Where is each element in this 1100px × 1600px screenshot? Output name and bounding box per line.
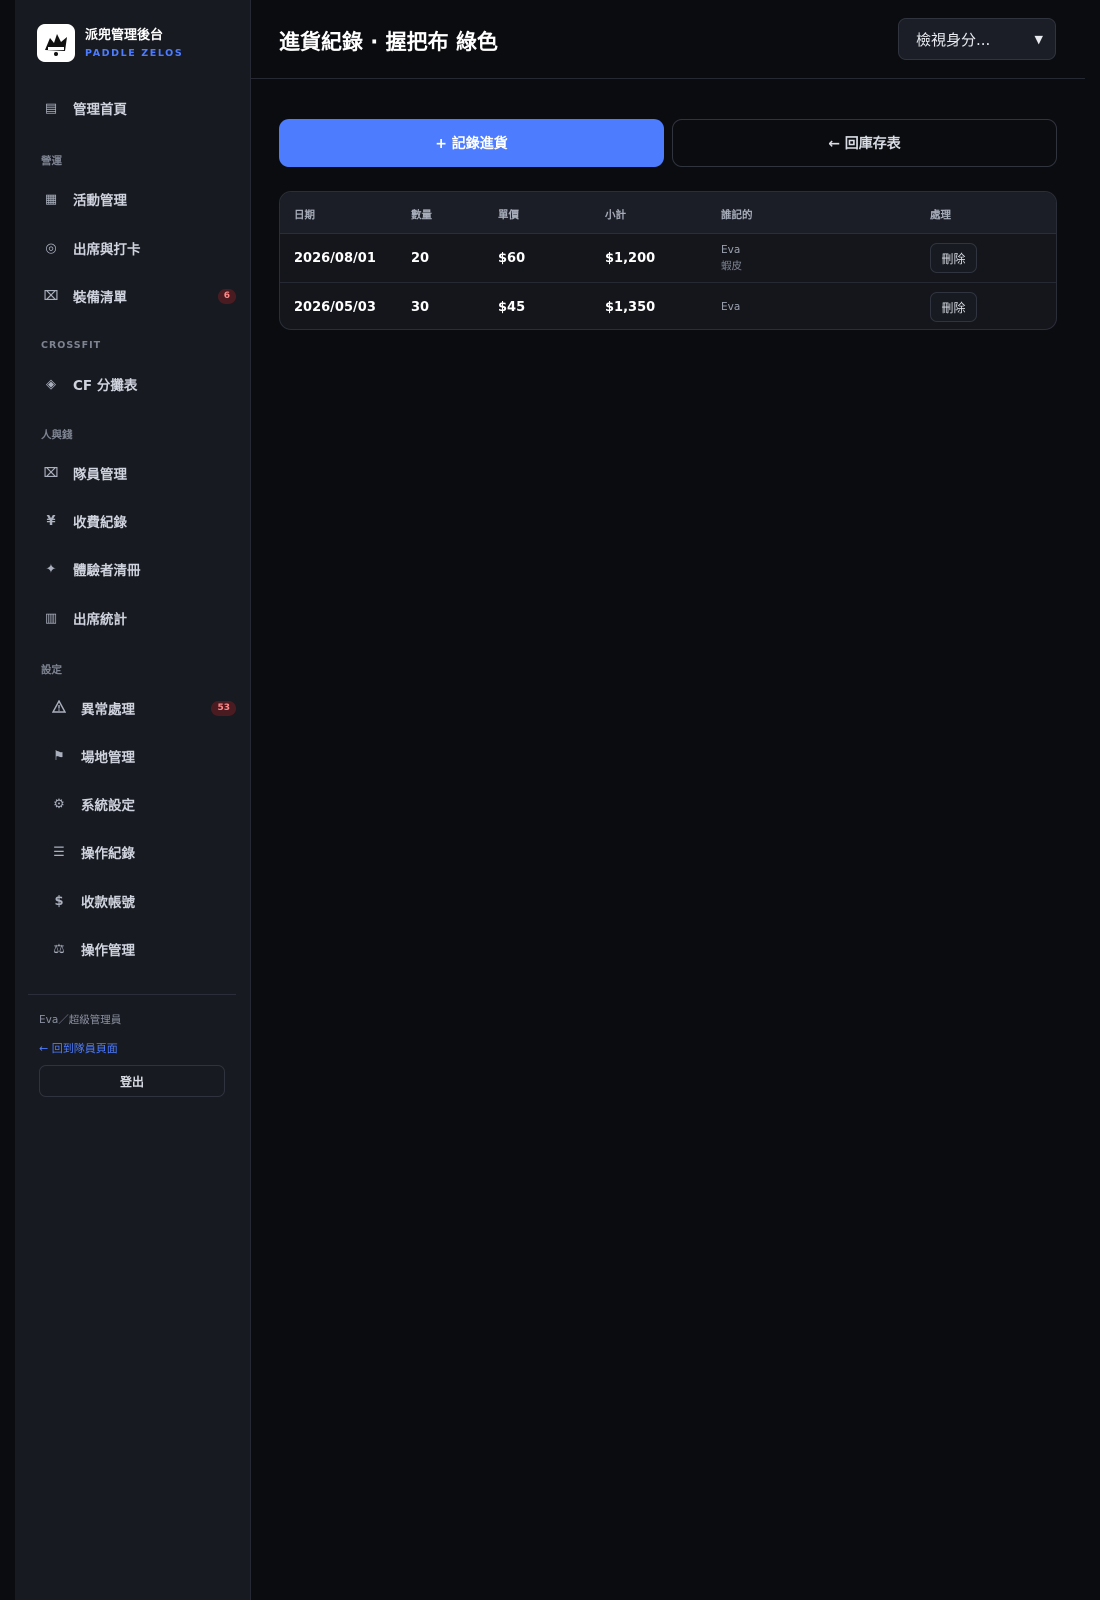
sidebar: 派兜管理後台 PADDLE ZELOS ▤ 管理首頁 營運 ▦ 活動管理 ◎ 出… xyxy=(15,0,251,1600)
delete-button[interactable]: 刪除 xyxy=(930,292,977,322)
sidebar-item-anomaly[interactable]: 異常處理 53 xyxy=(49,693,236,723)
sidebar-item-cf[interactable]: ◈ CF 分攤表 xyxy=(41,369,236,399)
sidebar-item-label: 出席統計 xyxy=(73,612,127,628)
sidebar-item-stats[interactable]: ▥ 出席統計 xyxy=(41,603,236,633)
purchase-table: 日期 數量 單價 小計 誰記的 處理 2026/08/01 20 $60 $1,… xyxy=(279,191,1057,330)
sidebar-item-label: 操作管理 xyxy=(81,943,135,959)
column-header-subtotal: 小計 xyxy=(605,209,626,221)
column-header-recorder: 誰記的 xyxy=(721,209,753,221)
record-purchase-button[interactable]: + 記錄進貨 xyxy=(279,119,664,167)
sidebar-item-oplog[interactable]: ☰ 操作紀錄 xyxy=(49,837,236,867)
recorder-name: Eva xyxy=(721,244,741,256)
sidebar-item-home[interactable]: ▤ 管理首頁 xyxy=(41,93,236,123)
sidebar-item-equipment[interactable]: ⌧ 裝備清單 6 xyxy=(41,281,236,311)
anomaly-count-badge: 53 xyxy=(211,700,236,716)
columns-icon: ▥ xyxy=(44,610,58,626)
column-header-price: 單價 xyxy=(498,209,519,221)
recorder-name: Eva xyxy=(721,301,741,313)
box-icon: ⌧ xyxy=(43,465,59,481)
sidebar-item-label: 管理首頁 xyxy=(73,102,127,118)
brand[interactable]: 派兜管理後台 PADDLE ZELOS xyxy=(37,24,183,62)
chevron-down-icon: ▼ xyxy=(1034,32,1043,46)
page-title: 進貨紀錄 · 握把布 綠色 xyxy=(279,30,498,54)
cell-price: $60 xyxy=(498,251,526,266)
sidebar-item-label: 系統設定 xyxy=(81,798,135,814)
identity-select[interactable]: 檢視身分... ▼ xyxy=(898,18,1056,60)
section-label-crossfit: CROSSFIT xyxy=(41,340,102,351)
app-logo-icon xyxy=(37,24,75,62)
sidebar-item-attendance[interactable]: ◎ 出席與打卡 xyxy=(41,233,236,263)
cell-date: 2026/08/01 xyxy=(294,251,376,266)
back-to-member-page-link[interactable]: ← 回到隊員頁面 xyxy=(39,1040,118,1056)
dollar-icon: $ xyxy=(54,893,64,909)
identity-select-value: 檢視身分... xyxy=(916,30,991,49)
flag-icon: ⚑ xyxy=(53,748,65,764)
section-label-ops: 營運 xyxy=(41,155,62,167)
table-header: 日期 數量 單價 小計 誰記的 處理 xyxy=(280,192,1056,234)
sidebar-item-label: 場地管理 xyxy=(81,750,135,766)
sidebar-item-events[interactable]: ▦ 活動管理 xyxy=(41,184,236,214)
sidebar-item-venue[interactable]: ⚑ 場地管理 xyxy=(49,741,236,771)
current-user: Eva／超級管理員 xyxy=(39,1014,122,1026)
sidebar-item-label: CF 分攤表 xyxy=(73,378,138,394)
sidebar-item-members[interactable]: ⌧ 隊員管理 xyxy=(41,458,236,488)
sidebar-item-accounts[interactable]: $ 收款帳號 xyxy=(49,886,236,916)
sidebar-item-opmgmt[interactable]: ⚖ 操作管理 xyxy=(49,934,236,964)
gear-icon: ⚙ xyxy=(53,796,65,812)
warning-icon xyxy=(49,699,69,717)
cell-recorder: Eva 蝦皮 xyxy=(721,244,742,273)
sidebar-item-label: 裝備清單 xyxy=(73,290,127,306)
left-edge-strip xyxy=(0,0,15,1600)
cell-price: $45 xyxy=(498,300,526,315)
table-row: 2026/05/03 30 $45 $1,350 Eva 刪除 xyxy=(280,283,1056,329)
sidebar-item-label: 收款帳號 xyxy=(81,895,135,911)
sidebar-item-label: 活動管理 xyxy=(73,193,127,209)
cell-qty: 30 xyxy=(411,300,430,315)
box-icon: ⌧ xyxy=(43,288,59,304)
app-subtitle: PADDLE ZELOS xyxy=(85,48,184,59)
logout-button[interactable]: 登出 xyxy=(39,1065,225,1097)
delete-button[interactable]: 刪除 xyxy=(930,243,977,273)
column-header-date: 日期 xyxy=(294,209,315,221)
sidebar-item-label: 隊員管理 xyxy=(73,467,127,483)
app-title: 派兜管理後台 xyxy=(85,28,164,43)
section-label-settings: 設定 xyxy=(41,664,62,676)
grid-icon: ▦ xyxy=(44,191,58,207)
sidebar-item-label: 操作紀錄 xyxy=(81,846,135,862)
column-header-action: 處理 xyxy=(930,209,951,221)
section-label-people: 人與錢 xyxy=(41,429,73,441)
sparkle-icon: ✦ xyxy=(45,561,57,577)
sidebar-divider xyxy=(28,994,236,995)
sidebar-item-label: 出席與打卡 xyxy=(73,242,141,258)
table-row: 2026/08/01 20 $60 $1,200 Eva 蝦皮 刪除 xyxy=(280,234,1056,283)
cell-subtotal: $1,200 xyxy=(605,251,656,266)
recorder-note: 蝦皮 xyxy=(721,260,742,272)
hamburger-icon: ☰ xyxy=(53,844,65,860)
cell-qty: 20 xyxy=(411,251,430,266)
circle-target-icon: ◎ xyxy=(45,240,57,256)
back-to-inventory-button[interactable]: ← 回庫存表 xyxy=(672,119,1057,167)
equipment-count-badge: 6 xyxy=(217,288,236,304)
diamond-icon: ◈ xyxy=(46,376,56,392)
sidebar-item-label: 異常處理 xyxy=(81,702,135,718)
sidebar-item-label: 收費紀錄 xyxy=(73,515,127,531)
sidebar-item-trial[interactable]: ✦ 體驗者清冊 xyxy=(41,554,236,584)
page-header: 進貨紀錄 · 握把布 綠色 檢視身分... ▼ xyxy=(251,0,1085,79)
column-header-qty: 數量 xyxy=(411,209,432,221)
cell-subtotal: $1,350 xyxy=(605,300,656,315)
cell-date: 2026/05/03 xyxy=(294,300,376,315)
sidebar-item-label: 體驗者清冊 xyxy=(73,563,141,579)
sidebar-item-system[interactable]: ⚙ 系統設定 xyxy=(49,789,236,819)
list-icon: ▤ xyxy=(44,100,58,116)
scale-icon: ⚖ xyxy=(53,941,65,957)
cell-recorder: Eva xyxy=(721,301,740,313)
sidebar-item-fees[interactable]: ¥ 收費紀錄 xyxy=(41,506,236,536)
yen-icon: ¥ xyxy=(46,513,56,529)
